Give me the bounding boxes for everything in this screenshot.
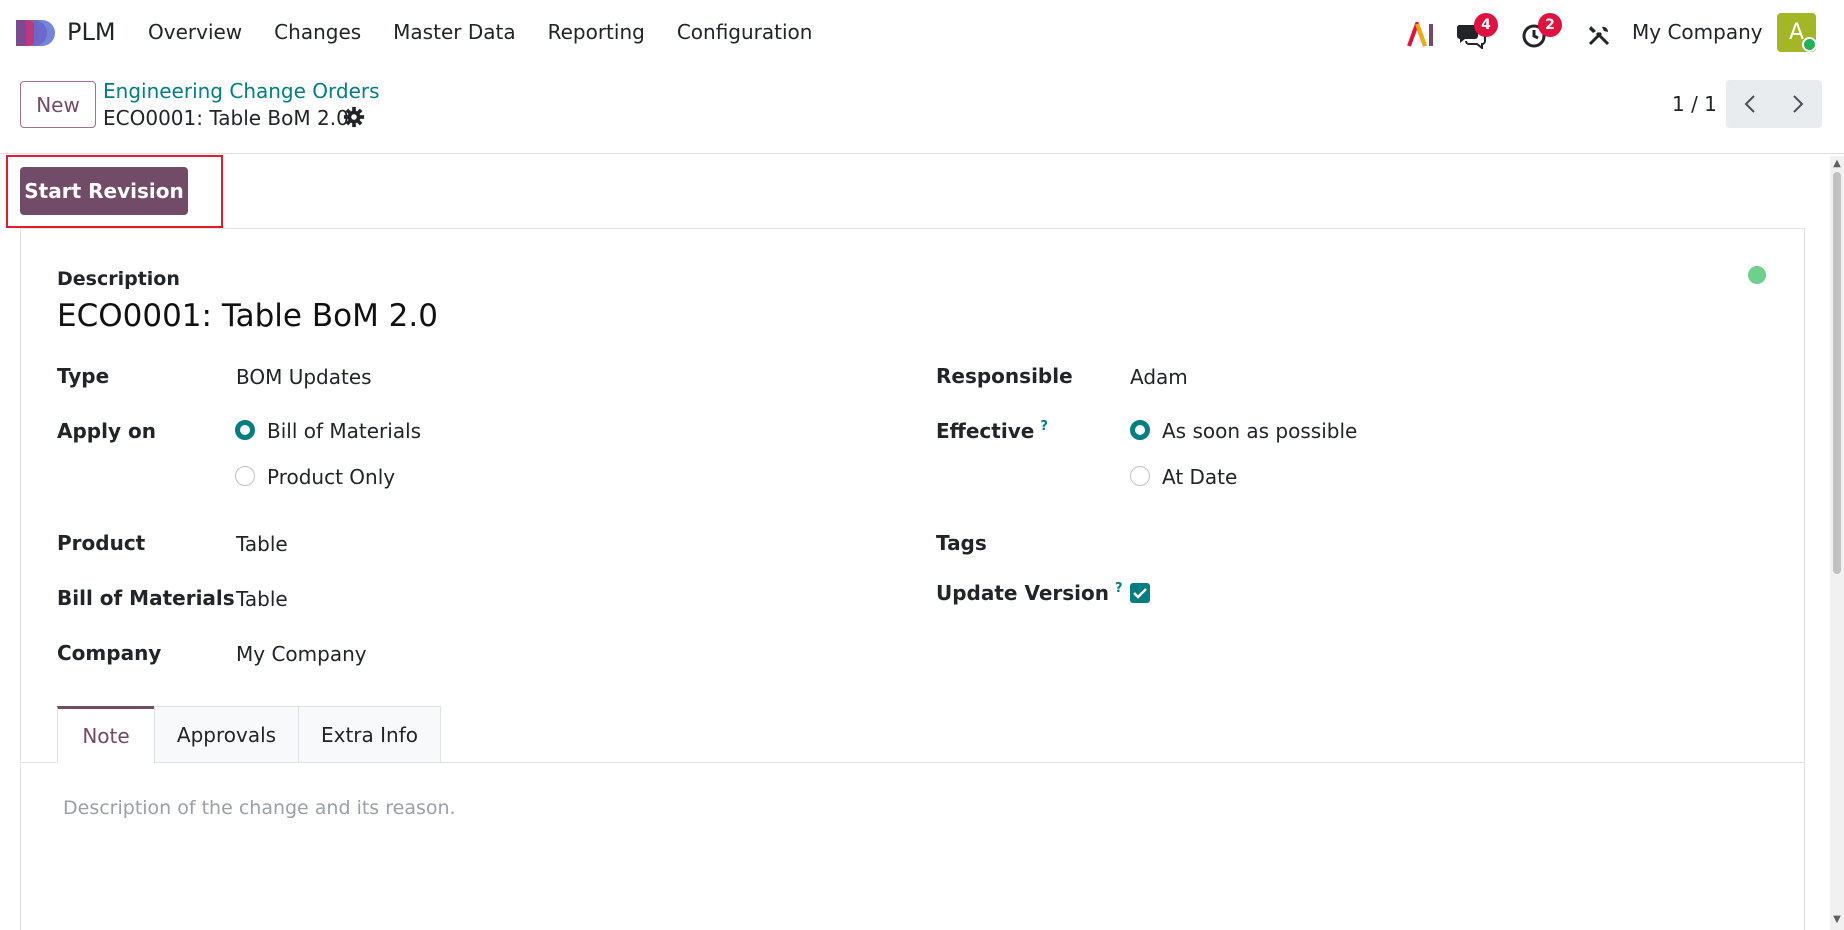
effective-at-date-label[interactable]: At Date xyxy=(1162,465,1237,489)
main-menu: Overview Changes Master Data Reporting C… xyxy=(148,20,844,44)
description-label: Description xyxy=(57,268,180,290)
debug-tools-button[interactable] xyxy=(1583,14,1615,56)
responsible-label: Responsible xyxy=(936,364,1073,388)
company-label: Company xyxy=(57,641,162,665)
tab-extra-info[interactable]: Extra Info xyxy=(298,706,441,763)
apply-on-label: Apply on xyxy=(57,419,156,443)
chevron-left-icon xyxy=(1744,95,1755,113)
menu-item-configuration[interactable]: Configuration xyxy=(677,20,813,44)
scrollbar-thumb[interactable] xyxy=(1833,172,1841,574)
scroll-up-arrow[interactable]: ▲ xyxy=(1831,158,1843,170)
menu-item-changes[interactable]: Changes xyxy=(274,20,361,44)
effective-help-tooltip[interactable]: ? xyxy=(1040,419,1048,434)
pager-value[interactable]: 1 / 1 xyxy=(1672,92,1717,116)
status-indicator[interactable] xyxy=(1748,266,1766,284)
bom-label: Bill of Materials xyxy=(57,586,235,610)
messages-count-badge: 4 xyxy=(1474,13,1498,37)
tab-approvals[interactable]: Approvals xyxy=(154,706,299,763)
breadcrumb-current: ECO0001: Table BoM 2.0 xyxy=(103,106,349,130)
chevron-right-icon xyxy=(1793,95,1804,113)
update-version-checkbox[interactable] xyxy=(1130,583,1150,603)
ai-button[interactable] xyxy=(1404,14,1440,56)
online-status-dot xyxy=(1802,37,1817,52)
apply-on-product-radio[interactable] xyxy=(235,466,255,486)
product-field[interactable]: Table xyxy=(236,532,288,556)
effective-label: Effective? xyxy=(936,419,1048,443)
scroll-down-arrow[interactable]: ▼ xyxy=(1831,914,1843,926)
start-revision-button[interactable]: Start Revision xyxy=(20,167,188,215)
tab-note[interactable]: Note xyxy=(57,706,155,763)
apply-on-bom-radio[interactable] xyxy=(235,420,255,440)
type-field[interactable]: BOM Updates xyxy=(236,365,372,389)
tags-label: Tags xyxy=(936,531,987,555)
control-panel: New Engineering Change Orders ECO0001: T… xyxy=(0,66,1844,154)
responsible-field[interactable]: Adam xyxy=(1130,365,1188,389)
bom-field[interactable]: Table xyxy=(236,587,288,611)
menu-item-reporting[interactable]: Reporting xyxy=(548,20,645,44)
company-field[interactable]: My Company xyxy=(236,642,367,666)
app-name[interactable]: PLM xyxy=(67,18,116,46)
effective-asap-radio[interactable] xyxy=(1130,420,1150,440)
apply-on-bom-label[interactable]: Bill of Materials xyxy=(267,419,421,443)
note-editor[interactable]: Description of the change and its reason… xyxy=(63,797,456,819)
apply-on-product-label[interactable]: Product Only xyxy=(267,465,395,489)
tools-icon xyxy=(1588,26,1610,46)
effective-label-text: Effective xyxy=(936,419,1035,443)
checkmark-icon xyxy=(1133,588,1147,599)
effective-asap-label[interactable]: As soon as possible xyxy=(1162,419,1357,443)
record-title[interactable]: ECO0001: Table BoM 2.0 xyxy=(57,298,438,334)
activities-count-badge: 2 xyxy=(1538,13,1562,37)
ai-icon xyxy=(1407,22,1433,47)
menu-item-overview[interactable]: Overview xyxy=(148,20,242,44)
top-navbar: PLM Overview Changes Master Data Reporti… xyxy=(0,0,1844,66)
update-version-help-tooltip[interactable]: ? xyxy=(1115,581,1123,596)
type-label: Type xyxy=(57,364,110,388)
update-version-label: Update Version? xyxy=(936,581,1123,605)
pager-next-button[interactable] xyxy=(1774,80,1822,128)
new-button[interactable]: New xyxy=(20,81,96,128)
effective-at-date-radio[interactable] xyxy=(1130,466,1150,486)
pager-previous-button[interactable] xyxy=(1726,80,1774,128)
update-version-label-text: Update Version xyxy=(936,581,1110,605)
app-logo-icon[interactable] xyxy=(14,18,56,48)
tags-field[interactable] xyxy=(1130,526,1530,558)
company-switcher[interactable]: My Company xyxy=(1632,20,1763,44)
gear-icon[interactable] xyxy=(343,106,365,128)
product-label: Product xyxy=(57,531,146,555)
breadcrumb-parent-link[interactable]: Engineering Change Orders xyxy=(103,79,380,103)
menu-item-master-data[interactable]: Master Data xyxy=(393,20,515,44)
